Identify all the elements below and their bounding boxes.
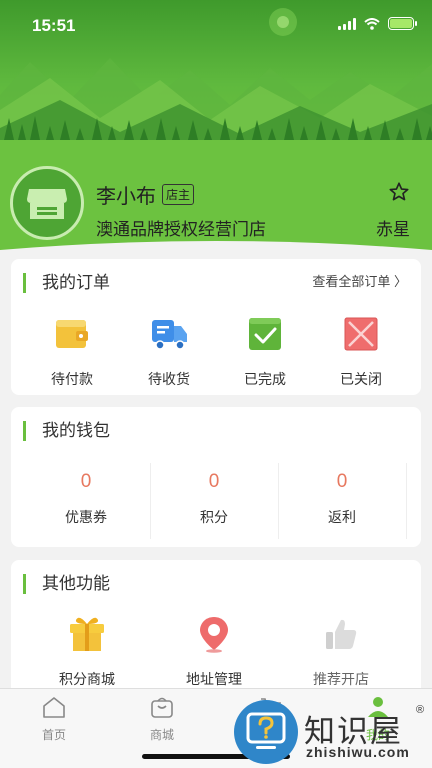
truck-icon — [152, 320, 187, 350]
check-icon — [249, 318, 281, 350]
status-icons — [338, 17, 417, 30]
region-label: 赤星 — [376, 220, 410, 239]
order-closed[interactable]: 已关闭 — [311, 314, 411, 389]
coupon-count: 0 — [80, 471, 92, 492]
status-time: 15:51 — [32, 16, 76, 35]
wallet-points[interactable]: 0 积分 — [150, 461, 278, 541]
status-bar: 15:51 — [0, 0, 432, 50]
view-all-orders-link[interactable]: 查看全部订单 〉 — [312, 273, 407, 291]
shop-bag-icon — [151, 697, 173, 718]
order-status-label: 已关闭 — [340, 371, 382, 387]
points-count: 0 — [208, 471, 220, 492]
profile-header: 15:51 李小布 店主 澳通品牌授权经营门店 赤星 — [0, 0, 432, 282]
closed-icon — [344, 317, 378, 351]
order-pending-payment[interactable]: 待付款 — [22, 314, 122, 389]
wallet-title: 我的钱包 — [23, 421, 110, 441]
wifi-icon — [364, 17, 380, 30]
order-status-label: 待付款 — [51, 371, 93, 387]
store-icon — [27, 189, 67, 219]
star-icon[interactable] — [388, 181, 410, 203]
wallet-card: 我的钱包 0 优惠券 0 积分 0 返利 — [11, 407, 421, 547]
user-name: 李小布 — [96, 186, 156, 208]
function-label: 推荐开店 — [313, 671, 369, 687]
order-completed[interactable]: 已完成 — [215, 314, 315, 389]
order-status-label: 已完成 — [244, 371, 286, 387]
rebate-label: 返利 — [328, 509, 356, 525]
orders-card: 我的订单 查看全部订单 〉 待付款 待收货 已完成 已关闭 — [11, 259, 421, 395]
watermark-registered: ® — [416, 704, 425, 716]
recommend-store-button[interactable]: 推荐开店 — [291, 614, 391, 689]
cellular-signal-icon — [338, 17, 356, 30]
points-label: 积分 — [200, 509, 228, 525]
order-status-label: 待收货 — [148, 371, 190, 387]
divider — [406, 463, 407, 539]
wallet-coupons[interactable]: 0 优惠券 — [22, 461, 150, 541]
thumbs-up-icon — [326, 619, 357, 649]
tab-shop[interactable]: 商城 — [132, 695, 192, 743]
order-pending-receipt[interactable]: 待收货 — [119, 314, 219, 389]
tab-label: 首页 — [41, 728, 66, 742]
function-label: 积分商城 — [59, 671, 115, 687]
tab-label: 商城 — [149, 728, 174, 742]
battery-icon — [388, 17, 417, 30]
orders-title: 我的订单 — [23, 273, 110, 293]
address-management-button[interactable]: 地址管理 — [164, 614, 264, 689]
functions-title: 其他功能 — [23, 574, 110, 594]
coupon-label: 优惠券 — [65, 509, 107, 525]
store-avatar[interactable] — [10, 166, 84, 240]
wallet-icon — [56, 320, 88, 348]
rebate-count: 0 — [336, 471, 348, 492]
watermark-logo — [234, 700, 298, 764]
watermark-url: zhishiwu.com — [306, 744, 410, 760]
home-icon — [43, 697, 65, 718]
functions-card: 其他功能 积分商城 地址管理 推荐开店 — [11, 560, 421, 700]
gift-icon — [70, 617, 104, 651]
owner-badge: 店主 — [162, 184, 195, 205]
location-pin-icon — [200, 617, 228, 653]
wallet-rebate[interactable]: 0 返利 — [278, 461, 406, 541]
tab-home[interactable]: 首页 — [24, 695, 84, 743]
monitor-question-icon — [236, 702, 296, 762]
store-name: 澳通品牌授权经营门店 — [96, 220, 266, 239]
points-mall-button[interactable]: 积分商城 — [37, 614, 137, 689]
function-label: 地址管理 — [186, 671, 242, 687]
